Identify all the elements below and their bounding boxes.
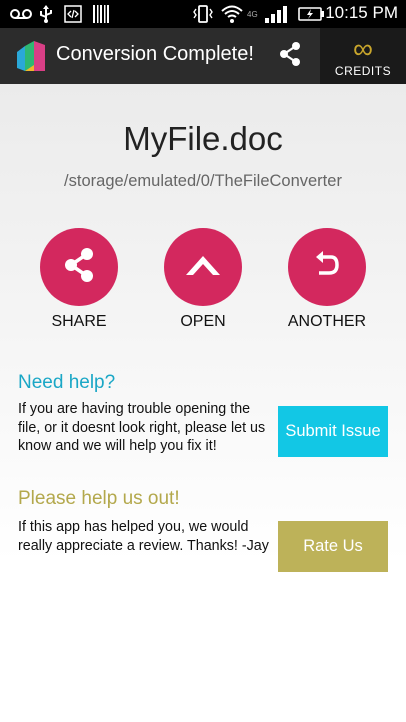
infinity-icon: ∞ bbox=[353, 33, 373, 64]
signal-icon bbox=[264, 4, 290, 24]
battery-charging-icon bbox=[298, 4, 326, 24]
help-heading: Need help? bbox=[18, 372, 116, 393]
app-logo-icon[interactable] bbox=[14, 38, 48, 74]
network-type-label: 4G bbox=[247, 9, 258, 19]
status-bar: 4G 10:15 PM bbox=[0, 0, 406, 28]
credits-button[interactable]: ∞ CREDITS bbox=[320, 28, 406, 84]
status-clock: 10:15 PM bbox=[325, 3, 398, 22]
voicemail-icon bbox=[10, 4, 32, 24]
code-icon bbox=[64, 4, 82, 24]
share-label: SHARE bbox=[51, 313, 107, 330]
open-label: OPEN bbox=[180, 313, 226, 330]
file-name: MyFile.doc bbox=[123, 120, 283, 157]
open-button[interactable] bbox=[164, 228, 242, 306]
another-label: ANOTHER bbox=[287, 313, 367, 330]
wifi-icon bbox=[220, 4, 244, 24]
vibrate-icon bbox=[192, 4, 214, 24]
undo-icon bbox=[307, 245, 347, 290]
content-area: MyFile.doc /storage/emulated/0/TheFileCo… bbox=[0, 84, 406, 722]
usb-icon bbox=[38, 4, 54, 24]
barcode-icon bbox=[92, 4, 110, 24]
action-bar: Conversion Complete! ∞ CREDITS bbox=[0, 28, 406, 84]
screen-title: Conversion Complete! bbox=[56, 43, 254, 65]
share-icon bbox=[277, 41, 303, 72]
chevron-up-icon bbox=[183, 245, 223, 290]
help-text: If you are having trouble opening the fi… bbox=[18, 401, 266, 454]
rate-us-button[interactable]: Rate Us bbox=[278, 521, 388, 572]
share-icon bbox=[59, 245, 99, 290]
credits-label: CREDITS bbox=[334, 64, 392, 78]
another-button[interactable] bbox=[288, 228, 366, 306]
submit-issue-button[interactable]: Submit Issue bbox=[278, 406, 388, 457]
review-heading: Please help us out! bbox=[18, 488, 180, 509]
share-button[interactable] bbox=[40, 228, 118, 306]
share-action-button[interactable] bbox=[262, 28, 318, 84]
file-path: /storage/emulated/0/TheFileConverter bbox=[64, 172, 342, 190]
review-text: If this app has helped you, we would rea… bbox=[18, 519, 269, 554]
